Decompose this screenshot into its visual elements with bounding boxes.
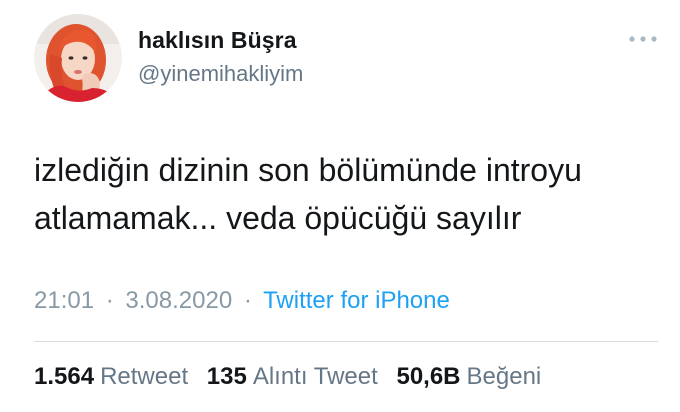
tweet-date[interactable]: 3.08.2020	[125, 287, 232, 314]
display-name[interactable]: haklısın Büşra	[138, 27, 297, 54]
quote-tweet-stat[interactable]: 135 Alıntı Tweet	[207, 363, 385, 390]
more-options-icon[interactable]	[626, 33, 660, 45]
avatar[interactable]	[34, 14, 122, 102]
tweet-text: izlediğin dizinin son bölümünde introyu …	[34, 146, 664, 242]
retweet-label: Retweet	[100, 363, 189, 390]
retweet-stat[interactable]: 1.564 Retweet	[34, 363, 195, 390]
like-label: Beğeni	[466, 363, 542, 390]
separator: ·	[243, 287, 252, 314]
quote-tweet-label: Alıntı Tweet	[252, 363, 378, 390]
engagement-stats: 1.564 Retweet 135 Alıntı Tweet 50,6B Beğeni	[34, 363, 553, 391]
retweet-count: 1.564	[34, 363, 95, 390]
tweet-time[interactable]: 21:01	[34, 287, 94, 314]
tweet-card: haklısın Büşra @yinemihakliyim izlediğin…	[0, 0, 680, 412]
like-count: 50,6B	[396, 363, 461, 390]
tweet-meta: 21:01 · 3.08.2020 · Twitter for iPhone	[34, 287, 450, 315]
tweet-text-line: izlediğin dizinin son bölümünde introyu	[34, 152, 582, 188]
like-stat[interactable]: 50,6B Beğeni	[396, 363, 541, 390]
user-handle[interactable]: @yinemihakliyim	[138, 61, 303, 87]
separator: ·	[105, 287, 114, 314]
tweet-source-link[interactable]: Twitter for iPhone	[263, 287, 450, 314]
quote-tweet-count: 135	[206, 363, 247, 390]
profile-photo-icon	[34, 14, 122, 102]
divider	[34, 341, 658, 342]
tweet-text-line: atlamamak... veda öpücüğü sayılır	[34, 200, 522, 236]
